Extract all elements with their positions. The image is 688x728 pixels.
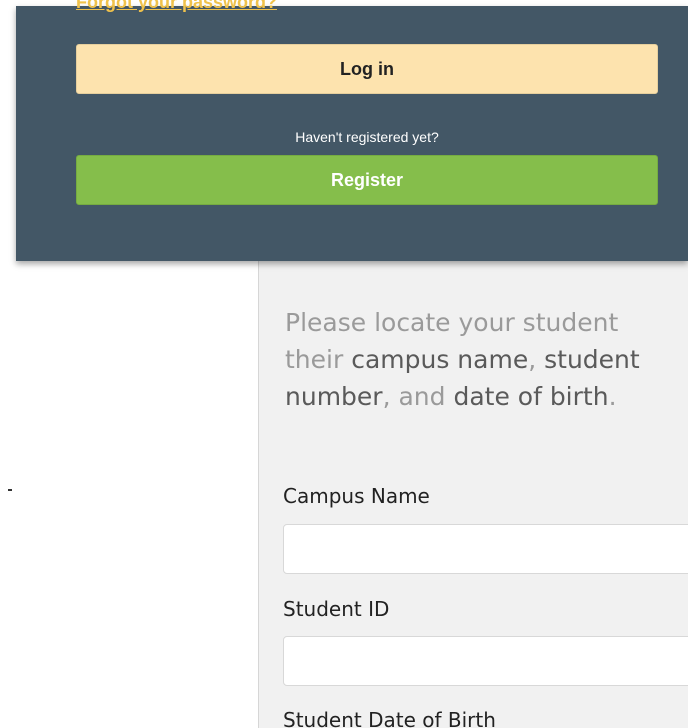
login-dropdown: Forgot your password? Log in Haven't reg… (16, 0, 688, 261)
dob-label: Student Date of Birth (283, 708, 496, 728)
campus-name-label: Campus Name (283, 484, 430, 508)
page: Please locate your student their campus … (0, 0, 688, 728)
student-id-label: Student ID (283, 597, 390, 621)
intro-their: their (285, 345, 352, 374)
intro-comma: , (528, 345, 545, 374)
register-button[interactable]: Register (76, 155, 658, 205)
intro-student: student (544, 345, 640, 374)
student-id-input[interactable] (283, 636, 688, 686)
intro-date-of-birth: date of birth (453, 382, 609, 411)
intro-campus-name: campus name (351, 345, 529, 374)
forgot-password-link[interactable]: Forgot your password? (76, 0, 277, 13)
divider-mark (8, 489, 12, 491)
intro-and: , and (382, 382, 454, 411)
lookup-instructions: Please locate your student their campus … (285, 304, 688, 415)
campus-name-input[interactable] (283, 524, 688, 574)
login-button[interactable]: Log in (76, 44, 658, 94)
register-hint: Haven't registered yet? (295, 129, 439, 145)
intro-period: . (608, 382, 617, 411)
intro-number: number (285, 382, 383, 411)
intro-line-1: Please locate your student (285, 308, 619, 337)
